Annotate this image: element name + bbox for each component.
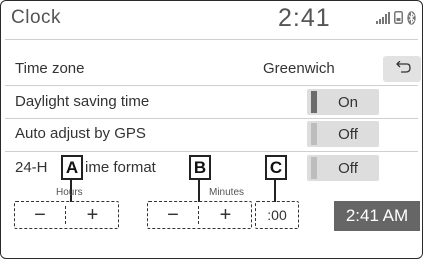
- zero-minutes-button[interactable]: :00: [256, 203, 298, 227]
- time-zone-label: Time zone: [15, 60, 85, 77]
- hours-plus-button[interactable]: +: [68, 203, 118, 227]
- hour-format-label-prefix: 24-H: [15, 159, 48, 176]
- row-divider: [5, 118, 418, 119]
- status-bar: [376, 10, 416, 30]
- hours-stepper: − +: [14, 201, 119, 229]
- row-divider: [5, 85, 418, 86]
- daylight-saving-toggle[interactable]: On: [307, 89, 379, 115]
- minutes-minus-button[interactable]: −: [148, 203, 198, 227]
- daylight-saving-label: Daylight saving time: [15, 93, 150, 110]
- toggle-state: Off: [338, 159, 358, 177]
- phone-icon: [394, 11, 403, 29]
- minutes-stepper: − +: [147, 201, 252, 229]
- callout-a: A: [61, 155, 83, 180]
- hour-format-toggle[interactable]: Off: [307, 155, 379, 181]
- clock-settings-screen: Clock 2:41 Time zone Greenwich Daylight …: [0, 0, 423, 259]
- page-title: Clock: [11, 7, 62, 28]
- minutes-plus-button[interactable]: +: [201, 203, 251, 227]
- row-divider: [5, 151, 418, 152]
- hour-format-label-suffix: ime format: [85, 159, 156, 176]
- minutes-label: Minutes: [209, 187, 245, 198]
- signal-icon: [376, 11, 390, 29]
- hours-label: Hours: [56, 187, 83, 198]
- zero-minutes-stepper: :00: [255, 201, 299, 229]
- hours-minus-button[interactable]: −: [15, 203, 65, 227]
- toggle-state: On: [337, 93, 358, 111]
- callout-c: C: [265, 155, 287, 180]
- header-divider: [5, 39, 418, 40]
- time-zone-value[interactable]: Greenwich: [263, 60, 335, 77]
- back-arrow-icon: [393, 60, 411, 78]
- callout-c-line: [274, 180, 276, 202]
- bluetooth-icon: [407, 10, 416, 30]
- time-preview: 2:41 AM: [334, 201, 420, 231]
- callout-b: B: [189, 155, 211, 180]
- clock-time: 2:41: [278, 4, 331, 32]
- auto-adjust-gps-label: Auto adjust by GPS: [15, 125, 146, 142]
- callout-b-line: [198, 180, 200, 202]
- back-button[interactable]: [383, 56, 421, 82]
- toggle-state: Off: [338, 125, 358, 143]
- auto-adjust-gps-toggle[interactable]: Off: [307, 121, 379, 147]
